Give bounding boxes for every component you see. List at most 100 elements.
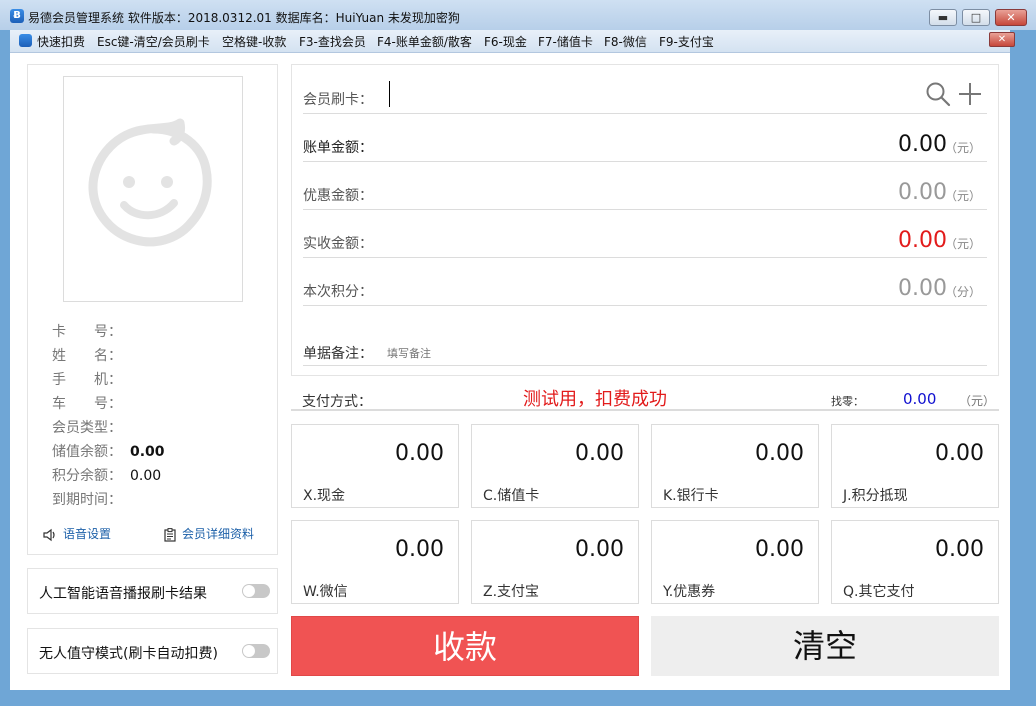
ai-voice-setting: 人工智能语音播报刷卡结果 [27,568,278,614]
status-message: 测试用，扣费成功 [523,389,667,410]
pay-tile-other[interactable]: 0.00 Q.其它支付 [831,520,999,604]
pay-method-name: W.微信 [303,584,348,600]
bill-amount-label: 账单金额： [303,140,373,156]
window-border-right [1010,30,1036,706]
pay-method-name: K.银行卡 [663,488,719,504]
name-row: 姓 名： [52,345,130,365]
maximize-button[interactable]: □ [962,9,990,26]
app-logo-icon: Ƀ [10,9,24,23]
pay-method-name: Z.支付宝 [483,584,540,600]
search-icon[interactable] [925,81,951,107]
member-card-label: 会员刷卡： [303,92,373,108]
stored-balance-value: 0.00 [130,444,165,460]
bill-amount-row: 账单金额： 0.00 （元） [303,113,987,162]
discount-amount-unit: （元） [944,189,981,203]
title-bar: Ƀ 易德会员管理系统 软件版本：2018.0312.01 数据库名：HuiYua… [0,0,1036,30]
add-member-icon[interactable] [957,81,983,107]
points-value: 0.00 [898,276,947,301]
pay-amount: 0.00 [935,537,984,562]
quick-charge-icon [19,34,32,47]
window-title: 易德会员管理系统 软件版本：2018.0312.01 数据库名：HuiYuan … [28,11,460,25]
pay-tile-cash[interactable]: 0.00 X.现金 [291,424,459,508]
window-border-bottom [0,690,1036,706]
expiry-label: 到期时间： [52,492,122,508]
pay-tile-wechat[interactable]: 0.00 W.微信 [291,520,459,604]
clear-button[interactable]: 清空 [651,616,999,676]
collect-button[interactable]: 收款 [291,616,639,676]
received-amount-unit: （元） [944,237,981,251]
received-amount-label: 实收金额： [303,236,373,252]
received-amount-row: 实收金额： 0.00 （元） [303,209,987,258]
discount-amount-label: 优惠金额： [303,188,373,204]
unattended-mode-toggle[interactable] [242,644,270,658]
pay-tile-points[interactable]: 0.00 J.积分抵现 [831,424,999,508]
member-card-row: 会员刷卡： [303,65,987,114]
menu-f7-stored-card[interactable]: F7-储值卡 [538,33,593,50]
pay-amount: 0.00 [395,441,444,466]
maximize-icon: □ [970,11,982,24]
pay-tile-stored-card[interactable]: 0.00 C.储值卡 [471,424,639,508]
minimize-icon: ▬ [937,11,949,24]
change-value: 0.00 [903,390,937,408]
pay-method-name: X.现金 [303,488,346,504]
phone-label: 手 机： [52,372,122,388]
member-type-row: 会员类型： [52,417,130,437]
smiley-placeholder-icon [88,118,212,247]
voice-settings-label: 语音设置 [63,527,112,541]
note-input[interactable] [387,345,687,361]
clipboard-icon [164,527,176,542]
menu-space-collect[interactable]: 空格键-收款 [222,33,286,50]
points-unit: （分） [944,285,981,299]
card-number-label: 卡 号： [52,324,122,340]
avatar [63,76,243,302]
member-details-link[interactable]: 会员详细资料 [164,525,254,542]
payment-header: 支付方式： 测试用，扣费成功 找零： 0.00 （元） [291,379,999,411]
pay-amount: 0.00 [575,537,624,562]
close-icon: ✕ [1006,11,1016,24]
stored-balance-row: 储值余额： 0.00 [52,441,165,461]
plate-row: 车 号： [52,393,130,413]
menu-esc-clear[interactable]: Esc键-清空/会员刷卡 [97,33,210,50]
points-balance-value: 0.00 [130,468,162,484]
menu-f6-cash[interactable]: F6-现金 [484,33,527,50]
pay-amount: 0.00 [755,441,804,466]
unattended-mode-setting: 无人值守模式(刷卡自动扣费) [27,628,278,674]
menu-f9-alipay[interactable]: F9-支付宝 [659,33,714,50]
pay-method-name: Y.优惠券 [663,584,716,600]
voice-settings-link[interactable]: 语音设置 [43,525,111,542]
ai-voice-label: 人工智能语音播报刷卡结果 [39,586,207,602]
pay-tile-coupon[interactable]: 0.00 Y.优惠券 [651,520,819,604]
dialog-close-button[interactable]: ✕ [989,32,1015,47]
pay-method-name: C.储值卡 [483,488,540,504]
note-label: 单据备注： [303,346,373,362]
billing-form: 会员刷卡： 账单金额： 0.00 （元） 优惠金额： 0.00 （元） 实收金额… [291,64,999,376]
pay-amount: 0.00 [755,537,804,562]
expiry-row: 到期时间： [52,489,130,509]
pay-amount: 0.00 [935,441,984,466]
pay-method-name: J.积分抵现 [843,488,908,504]
menu-f3-find-member[interactable]: F3-查找会员 [299,33,366,50]
speaker-icon [43,528,55,541]
discount-amount-row: 优惠金额： 0.00 （元） [303,161,987,210]
member-card-input[interactable] [389,81,390,107]
points-label: 本次积分： [303,284,373,300]
bill-amount-value[interactable]: 0.00 [898,132,947,157]
toggle-knob [243,645,255,657]
pay-tile-bank-card[interactable]: 0.00 K.银行卡 [651,424,819,508]
minimize-button[interactable]: ▬ [929,9,957,26]
menu-quick-charge[interactable]: 快速扣费 [37,33,85,50]
points-row: 本次积分： 0.00 （分） [303,257,987,306]
toggle-knob [243,585,255,597]
window-border-left [0,30,10,706]
points-balance-row: 积分余额： 0.00 [52,465,161,485]
member-details-label: 会员详细资料 [182,527,255,541]
member-info-panel: 卡 号： 姓 名： 手 机： 车 号： 会员类型： 储值余额： 0.00 积分余额… [27,64,278,555]
main-content: 卡 号： 姓 名： 手 机： 车 号： 会员类型： 储值余额： 0.00 积分余额… [10,53,1010,690]
menu-f8-wechat[interactable]: F8-微信 [604,33,647,50]
pay-tile-alipay[interactable]: 0.00 Z.支付宝 [471,520,639,604]
note-underline [303,365,987,366]
ai-voice-toggle[interactable] [242,584,270,598]
close-window-button[interactable]: ✕ [995,9,1027,26]
received-amount-value: 0.00 [898,228,947,253]
menu-f4-bill-amount[interactable]: F4-账单金额/散客 [377,33,472,50]
